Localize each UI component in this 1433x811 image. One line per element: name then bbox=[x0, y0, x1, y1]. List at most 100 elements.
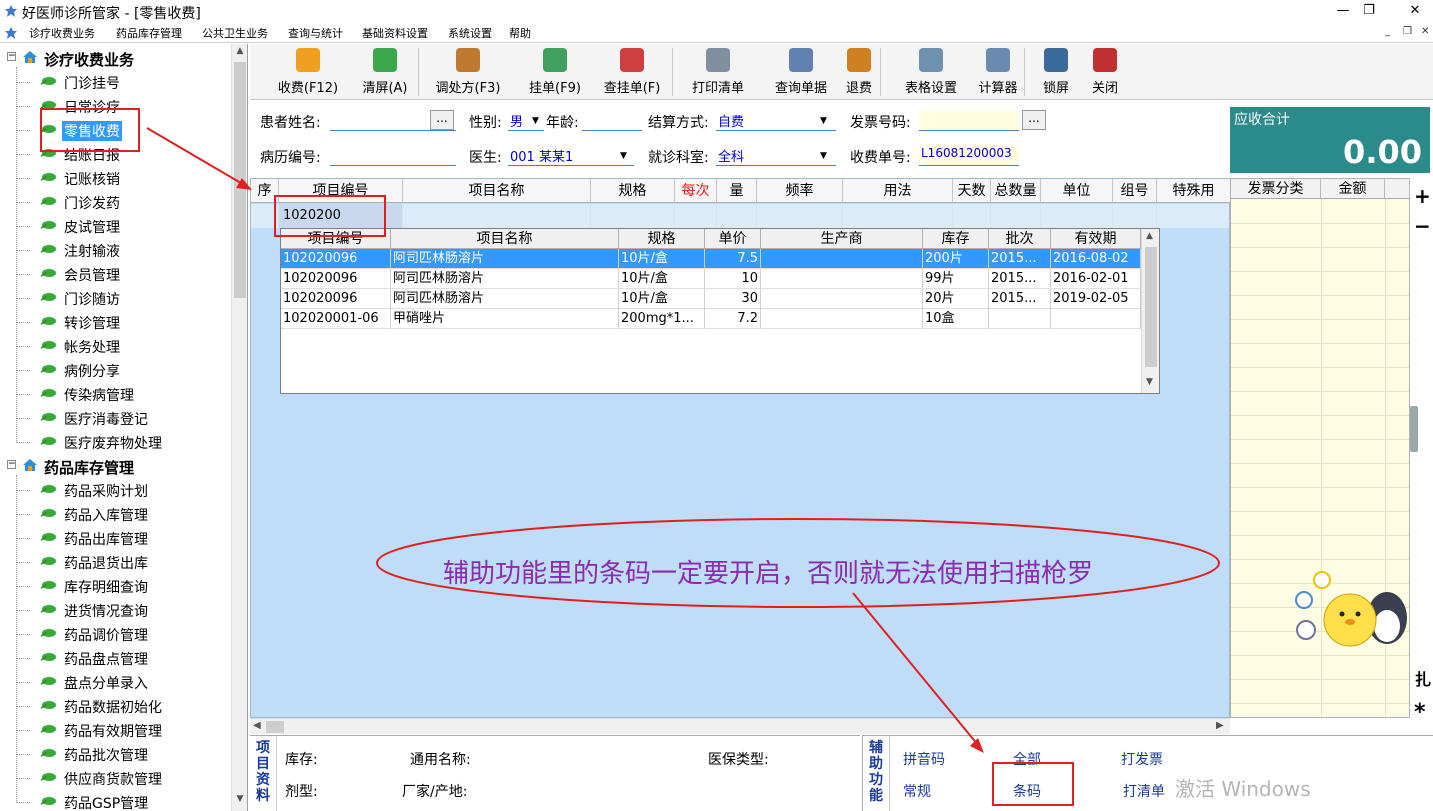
grid-column-header[interactable]: 组号 bbox=[1113, 179, 1157, 203]
grid-h-scrollbar[interactable]: ◀ ▶ bbox=[250, 718, 1230, 734]
dept-select[interactable]: 全科 bbox=[716, 146, 836, 166]
grid-cell[interactable] bbox=[843, 204, 953, 228]
charge-no-input[interactable]: L16081200003 bbox=[919, 146, 1019, 166]
popup-column-header[interactable]: 规格 bbox=[619, 229, 705, 249]
mdi-close-icon[interactable]: ✕ bbox=[1421, 26, 1429, 37]
tree-item[interactable]: 帐务处理 bbox=[0, 335, 230, 357]
tree-item[interactable]: 转诊管理 bbox=[0, 311, 230, 333]
grid-column-header[interactable]: 项目名称 bbox=[403, 179, 591, 203]
normal-toggle[interactable]: 常规 bbox=[903, 781, 931, 801]
chevron-down-icon[interactable]: ▼ bbox=[620, 151, 627, 161]
grid-cell[interactable] bbox=[1113, 204, 1157, 228]
grid-column-header[interactable]: 特殊用 bbox=[1157, 179, 1231, 203]
menu-item-publichealth[interactable]: 公共卫生业务 bbox=[202, 25, 268, 41]
grid-column-header[interactable]: 总数量 bbox=[991, 179, 1041, 203]
popup-column-header[interactable]: 单价 bbox=[705, 229, 761, 249]
grid-cell[interactable] bbox=[757, 204, 843, 228]
age-input[interactable] bbox=[582, 111, 642, 131]
tree-item[interactable]: 药品批次管理 bbox=[0, 743, 230, 765]
grid-cell[interactable] bbox=[675, 204, 717, 228]
tree-item[interactable]: 医疗废弃物处理 bbox=[0, 431, 230, 453]
popup-scrollbar[interactable]: ▲ ▼ bbox=[1141, 229, 1159, 393]
tree-item[interactable]: 病例分享 bbox=[0, 359, 230, 381]
list-item[interactable]: 102020001-06 甲硝唑片 200mg*1... 7.2 10盒 bbox=[281, 309, 1141, 329]
doctor-select[interactable]: 001 某某1 bbox=[508, 146, 634, 166]
patient-lookup-button[interactable]: ... bbox=[430, 110, 454, 130]
chevron-down-icon[interactable]: ▼ bbox=[820, 116, 827, 126]
collapse-icon[interactable]: − bbox=[7, 52, 16, 61]
drug-picker-list[interactable]: ▲ ▼ 项目编号 项目名称 规格 单价 生产商 库存 批次 有效期 102020096 阿司匹林肠… bbox=[280, 228, 1160, 394]
menu-item-system[interactable]: 系统设置 bbox=[448, 25, 492, 41]
list-item[interactable]: 102020096 阿司匹林肠溶片 10片/盒 10 99片 2015... 2016-02… bbox=[281, 269, 1141, 289]
remove-row-button[interactable]: − bbox=[1414, 214, 1431, 238]
chevron-down-icon[interactable]: ▼ bbox=[820, 151, 827, 161]
scroll-up-icon[interactable]: ▲ bbox=[232, 46, 247, 56]
scroll-up-icon[interactable]: ▲ bbox=[1146, 231, 1153, 241]
menu-item-help[interactable]: 帮助 bbox=[509, 25, 531, 41]
tree-item[interactable]: 门诊随访 bbox=[0, 287, 230, 309]
toolbar-button-refund[interactable]: 退费 bbox=[840, 48, 878, 98]
app-menu-icon[interactable] bbox=[4, 26, 18, 40]
restore-icon[interactable]: ❐ bbox=[1346, 1, 1392, 21]
toolbar-button-exit[interactable]: 关闭 bbox=[1086, 48, 1124, 98]
menu-item-clinic[interactable]: 诊疗收费业务 bbox=[29, 25, 95, 41]
tree-item[interactable]: 药品盘点管理 bbox=[0, 647, 230, 669]
close-icon[interactable]: ✕ bbox=[1392, 1, 1433, 21]
grid-cell[interactable] bbox=[1157, 204, 1231, 228]
grid-cell[interactable] bbox=[717, 204, 757, 228]
tree-item[interactable]: 医疗消毒登记 bbox=[0, 407, 230, 429]
toolbar-button-doc-search[interactable]: 查询单据 bbox=[762, 48, 840, 98]
scroll-right-icon[interactable]: ▶ bbox=[1216, 720, 1224, 731]
toolbar-button-doc-plus[interactable]: 查挂单(F) bbox=[594, 48, 670, 98]
grid-cell[interactable] bbox=[1041, 204, 1113, 228]
menu-item-drugstock[interactable]: 药品库存管理 bbox=[116, 25, 182, 41]
popup-column-header[interactable]: 有效期 bbox=[1051, 229, 1141, 249]
tree-item[interactable]: 皮试管理 bbox=[0, 215, 230, 237]
toolbar-button-refresh[interactable]: 清屏(A) bbox=[354, 48, 416, 98]
grid-column-header[interactable]: 频率 bbox=[757, 179, 843, 203]
record-input[interactable] bbox=[330, 146, 456, 166]
toolbar-button-monitor[interactable]: 锁屏 bbox=[1038, 48, 1074, 98]
tree-item[interactable]: 供应商货款管理 bbox=[0, 767, 230, 789]
tree-item[interactable]: 药品数据初始化 bbox=[0, 695, 230, 717]
toolbar-button-gear[interactable]: 表格设置 bbox=[896, 48, 966, 98]
tree-item[interactable]: 药品退货出库 bbox=[0, 551, 230, 573]
tree-item[interactable]: 库存明细查询 bbox=[0, 575, 230, 597]
grid-cell[interactable] bbox=[991, 204, 1041, 228]
grid-column-header[interactable]: 量 bbox=[717, 179, 757, 203]
tree-item[interactable]: 传染病管理 bbox=[0, 383, 230, 405]
tree-item[interactable]: 盘点分单录入 bbox=[0, 671, 230, 693]
tree-item[interactable]: 记账核销 bbox=[0, 167, 230, 189]
toolbar-button-doc-up[interactable]: 挂单(F9) bbox=[522, 48, 588, 98]
mdi-minimize-icon[interactable]: _ bbox=[1385, 26, 1390, 37]
mdi-restore-icon[interactable]: ❐ bbox=[1403, 26, 1412, 37]
popup-column-header[interactable]: 项目名称 bbox=[391, 229, 619, 249]
tree-item[interactable]: 药品调价管理 bbox=[0, 623, 230, 645]
invoice-more-button[interactable]: ... bbox=[1022, 110, 1046, 130]
tree-item[interactable]: 药品入库管理 bbox=[0, 503, 230, 525]
tree-item[interactable]: 进货情况查询 bbox=[0, 599, 230, 621]
grid-column-header[interactable]: 每次 bbox=[675, 179, 717, 203]
scroll-down-icon[interactable]: ▼ bbox=[1146, 377, 1153, 387]
popup-column-header[interactable]: 生产商 bbox=[761, 229, 923, 249]
invoice-input[interactable] bbox=[919, 111, 1019, 131]
toolbar-button-coin[interactable]: 收费(F12) bbox=[264, 48, 352, 98]
add-row-button[interactable]: + bbox=[1414, 184, 1431, 208]
menu-item-basedata[interactable]: 基础资料设置 bbox=[362, 25, 428, 41]
grid-column-header[interactable]: 单位 bbox=[1041, 179, 1113, 203]
tree-item[interactable]: 门诊发药 bbox=[0, 191, 230, 213]
splitter-handle[interactable] bbox=[1410, 406, 1418, 452]
star-button[interactable]: * bbox=[1414, 700, 1426, 725]
toolbar-button-people[interactable]: 调处方(F3) bbox=[426, 48, 510, 98]
list-item[interactable]: 102020096 阿司匹林肠溶片 10片/盒 30 20片 2015... 2019-02… bbox=[281, 289, 1141, 309]
grid-column-header[interactable]: 天数 bbox=[953, 179, 991, 203]
list-item[interactable]: 102020096 阿司匹林肠溶片 10片/盒 7.5 200片 2015... 2016-… bbox=[281, 249, 1141, 269]
toolbar-button-calculator[interactable]: 计算器 bbox=[974, 48, 1022, 98]
chevron-down-icon[interactable]: ▼ bbox=[532, 116, 539, 126]
menu-item-query[interactable]: 查询与统计 bbox=[288, 25, 343, 41]
pinyin-code-toggle[interactable]: 拼音码 bbox=[903, 749, 945, 769]
scroll-thumb[interactable] bbox=[266, 721, 284, 733]
tree-group-1[interactable]: − 药品库存管理 bbox=[0, 455, 230, 477]
popup-column-header[interactable]: 批次 bbox=[989, 229, 1051, 249]
tree-item[interactable]: 药品采购计划 bbox=[0, 479, 230, 501]
